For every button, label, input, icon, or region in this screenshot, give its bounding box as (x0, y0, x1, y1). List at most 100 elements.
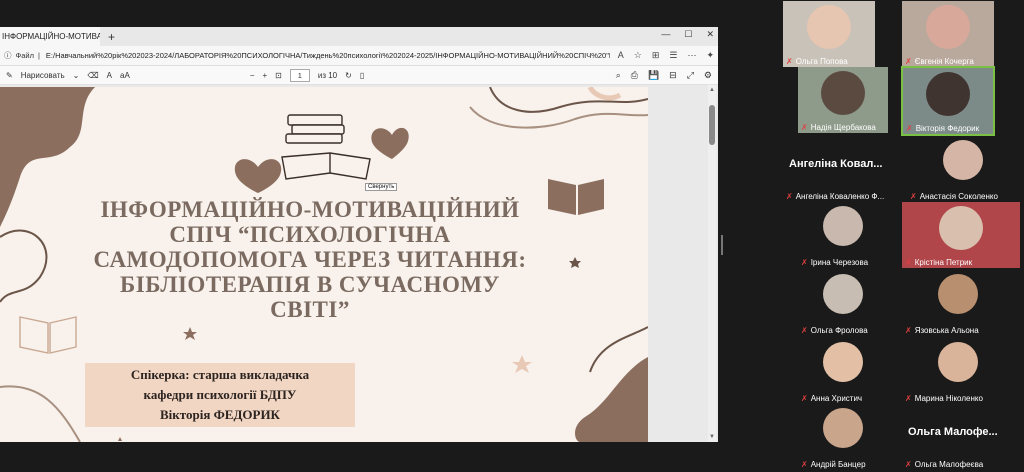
participant-tile[interactable]: ✗ Анна Христич (798, 338, 888, 404)
slide-title: ІНФОРМАЦІЙНО-МОТИВАЦІЙНИЙ СПІЧ “ПСИХОЛОГ… (55, 197, 565, 322)
swirl-top-right-2 (469, 106, 648, 129)
participant-tile[interactable]: ✗ Язовська Альона (902, 270, 1014, 336)
pdf-viewer[interactable]: Свернуть ІНФОРМАЦІЙНО-МОТИВАЦІЙНИЙ СПІЧ … (0, 85, 718, 442)
participant-name: Марина Ніколенко (914, 394, 983, 403)
mic-muted-icon: ✗ (905, 326, 912, 335)
participant-tile[interactable]: ✗ Надія Щербакова (798, 67, 888, 133)
draw-icon[interactable]: ✎ (6, 71, 13, 80)
read-icon[interactable]: aA (120, 71, 130, 80)
fullscreen-icon[interactable]: ⤢ (687, 70, 694, 81)
participant-display-name: Ольга Малофе... (908, 426, 998, 438)
print-icon[interactable]: ⎙ (631, 70, 638, 81)
address-left: ⓘ Файл | (4, 50, 40, 61)
zoom-in-icon[interactable]: + (262, 71, 267, 80)
minimize-icon[interactable]: — (661, 29, 670, 40)
heart-right (371, 127, 409, 159)
zoom-out-icon[interactable]: − (250, 71, 255, 80)
participant-name: Ангеліна Коваленко Ф... (795, 192, 885, 201)
books-illustration (281, 114, 371, 180)
rotate-icon[interactable]: ↻ (345, 71, 352, 80)
address-bar: ⓘ Файл | E:/Навчальний%20рік%202023-2024… (0, 46, 718, 66)
swirl-top-right-1 (489, 87, 648, 113)
corner-blob-bottom-right (575, 357, 648, 442)
participant-video (823, 274, 863, 314)
new-tab-button[interactable]: + (108, 30, 115, 44)
info-icon[interactable]: ⓘ (4, 50, 12, 61)
mic-muted-icon: ✗ (905, 460, 912, 469)
swirl-left (0, 229, 48, 303)
save-as-icon[interactable]: ⊟ (669, 70, 677, 81)
chevron-down-icon[interactable]: ⌄ (73, 71, 80, 80)
favorite-icon[interactable]: ☆ (634, 50, 642, 61)
view-icon[interactable]: ▯ (360, 71, 364, 80)
search-icon[interactable]: ⌕ (616, 70, 621, 81)
collapse-tooltip: Свернуть (365, 183, 398, 191)
star-right (569, 257, 581, 268)
mic-muted-icon: ✗ (906, 124, 913, 133)
title-line: САМОДОПОМОГА ЧЕРЕЗ ЧИТАННЯ: (93, 247, 527, 272)
title-line: БІБЛІОТЕРАПІЯ В СУЧАСНОМУ (120, 272, 500, 297)
participant-tile[interactable]: Ангеліна Ковал... ✗ Ангеліна Коваленко Ф.… (783, 136, 903, 202)
read-aloud-icon[interactable]: A (618, 50, 624, 61)
participant-video (807, 5, 851, 49)
text-icon[interactable]: A (107, 71, 112, 80)
participant-tile-active[interactable]: ✗ Вікторія Федорик (901, 66, 995, 136)
participant-tile[interactable]: ✗ Ірина Черезова (798, 202, 888, 268)
file-label: Файл (15, 51, 34, 60)
favorites-list-icon[interactable]: ☰ (669, 50, 677, 61)
gallery-resize-handle[interactable] (721, 235, 723, 255)
close-window-icon[interactable]: ✕ (706, 29, 714, 40)
more-icon[interactable]: ⋯ (687, 50, 696, 61)
participant-name: Ірина Черезова (810, 258, 869, 267)
participant-tile[interactable]: Ольга Малофе... ✗ Ольга Малофеєва (902, 404, 1020, 470)
participant-name: Євгенія Кочерга (914, 57, 974, 66)
participant-gallery: ✗ Ольга Попова ✗ Євгенія Кочерга ✗ Надія Ще… (780, 0, 1024, 472)
fit-page-icon[interactable]: ⊡ (275, 71, 282, 80)
mic-muted-icon: ✗ (801, 123, 808, 132)
participant-name: Надія Щербакова (810, 123, 876, 132)
star-small (183, 327, 197, 340)
speaker-info: Спікерка: старша викладачка кафедри псих… (85, 365, 355, 425)
window-controls: — ☐ ✕ (661, 29, 714, 40)
copilot-icon[interactable]: ✦ (706, 50, 714, 61)
maximize-icon[interactable]: ☐ (684, 29, 692, 40)
participant-name: Анна Христич (810, 394, 863, 403)
pdf-tools-right: ⌕ ⎙ 💾 ⊟ ⤢ ⚙ (616, 70, 712, 81)
participant-video (821, 71, 865, 115)
participant-video (938, 274, 978, 314)
participant-tile[interactable]: ✗ Марина Ніколенко (902, 338, 1014, 404)
participant-video (926, 72, 970, 116)
tab-pdf[interactable]: ІНФОРМАЦІЙНО-МОТИВАЦІЙНИЙ × (0, 27, 100, 46)
scroll-up-icon[interactable]: ▲ (709, 87, 715, 93)
divider: | (37, 51, 40, 60)
scroll-down-icon[interactable]: ▼ (709, 434, 715, 440)
scrollbar[interactable]: ▲ ▼ (708, 85, 716, 442)
participant-video (939, 206, 983, 250)
speaker-line: Вікторія ФЕДОРИК (160, 407, 280, 422)
mic-muted-icon: ✗ (910, 192, 917, 201)
title-line: ІНФОРМАЦІЙНО-МОТИВАЦІЙНИЙ (100, 197, 520, 222)
mic-muted-icon: ✗ (786, 57, 793, 66)
participant-tile[interactable]: ✗ Андрій Банцер (798, 404, 888, 470)
star-light (512, 355, 532, 373)
page-number-input[interactable]: 1 (289, 68, 310, 82)
participant-name: Анастасія Соколенко (919, 192, 998, 201)
participant-tile[interactable]: ✗ Анастасія Соколенко (907, 136, 1019, 202)
participant-tile[interactable]: ✗ Ольга Фролова (798, 270, 888, 336)
draw-label[interactable]: Нарисовать (21, 71, 65, 80)
address-icons: A ☆ ⊞ ☰ ⋯ ✦ (618, 50, 714, 61)
speaker-line: Спікерка: старша викладачка (130, 367, 310, 382)
participant-tile[interactable]: ✗ Євгенія Кочерга (902, 1, 994, 67)
url-field[interactable]: E:/Навчальний%20рік%202023-2024/ЛАБОРАТО… (46, 51, 610, 60)
scroll-thumb[interactable] (709, 105, 715, 145)
title-line: СПІЧ “ПСИХОЛОГІЧНА (169, 222, 451, 247)
participant-video (823, 206, 863, 246)
eraser-icon[interactable]: ⌫ (87, 71, 98, 80)
participant-tile[interactable]: ✗ Ольга Попова (783, 1, 875, 67)
extensions-icon[interactable]: ⊞ (652, 50, 660, 61)
participant-tile[interactable]: ✗ Крістіна Петрик (902, 202, 1020, 268)
mic-muted-icon: ✗ (905, 57, 912, 66)
speaker-line: кафедри психології БДПУ (143, 387, 297, 402)
settings-icon[interactable]: ⚙ (704, 70, 712, 81)
save-icon[interactable]: 💾 (648, 70, 659, 81)
